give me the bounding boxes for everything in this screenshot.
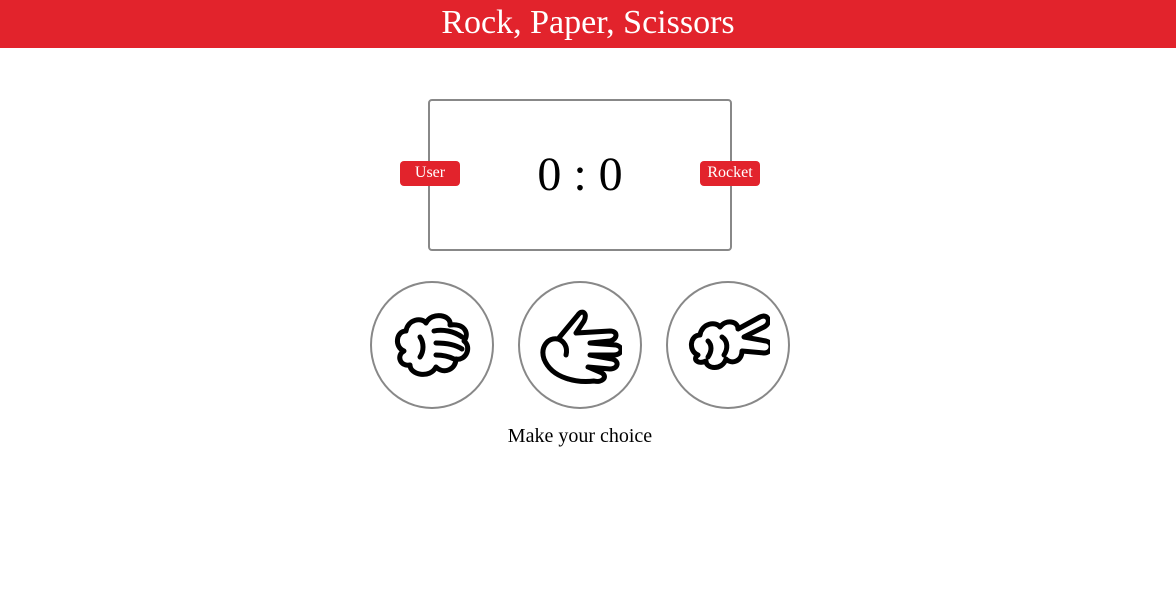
user-label-badge: User [400,161,460,186]
page-title: Rock, Paper, Scissors [441,4,735,41]
computer-label-badge: Rocket [700,161,760,186]
scissors-choice-button[interactable] [666,281,790,409]
paper-choice-button[interactable] [518,281,642,409]
scoreboard: 0 : 0 [428,99,732,251]
paper-hand-icon [540,309,622,384]
scissors-hand-icon [689,313,770,370]
app-header: Rock, Paper, Scissors [0,0,1176,48]
rock-hand-icon [395,313,471,377]
score-display: 0 : 0 [537,148,623,201]
rock-choice-button[interactable] [370,281,494,409]
result-message: Make your choice [507,425,653,447]
